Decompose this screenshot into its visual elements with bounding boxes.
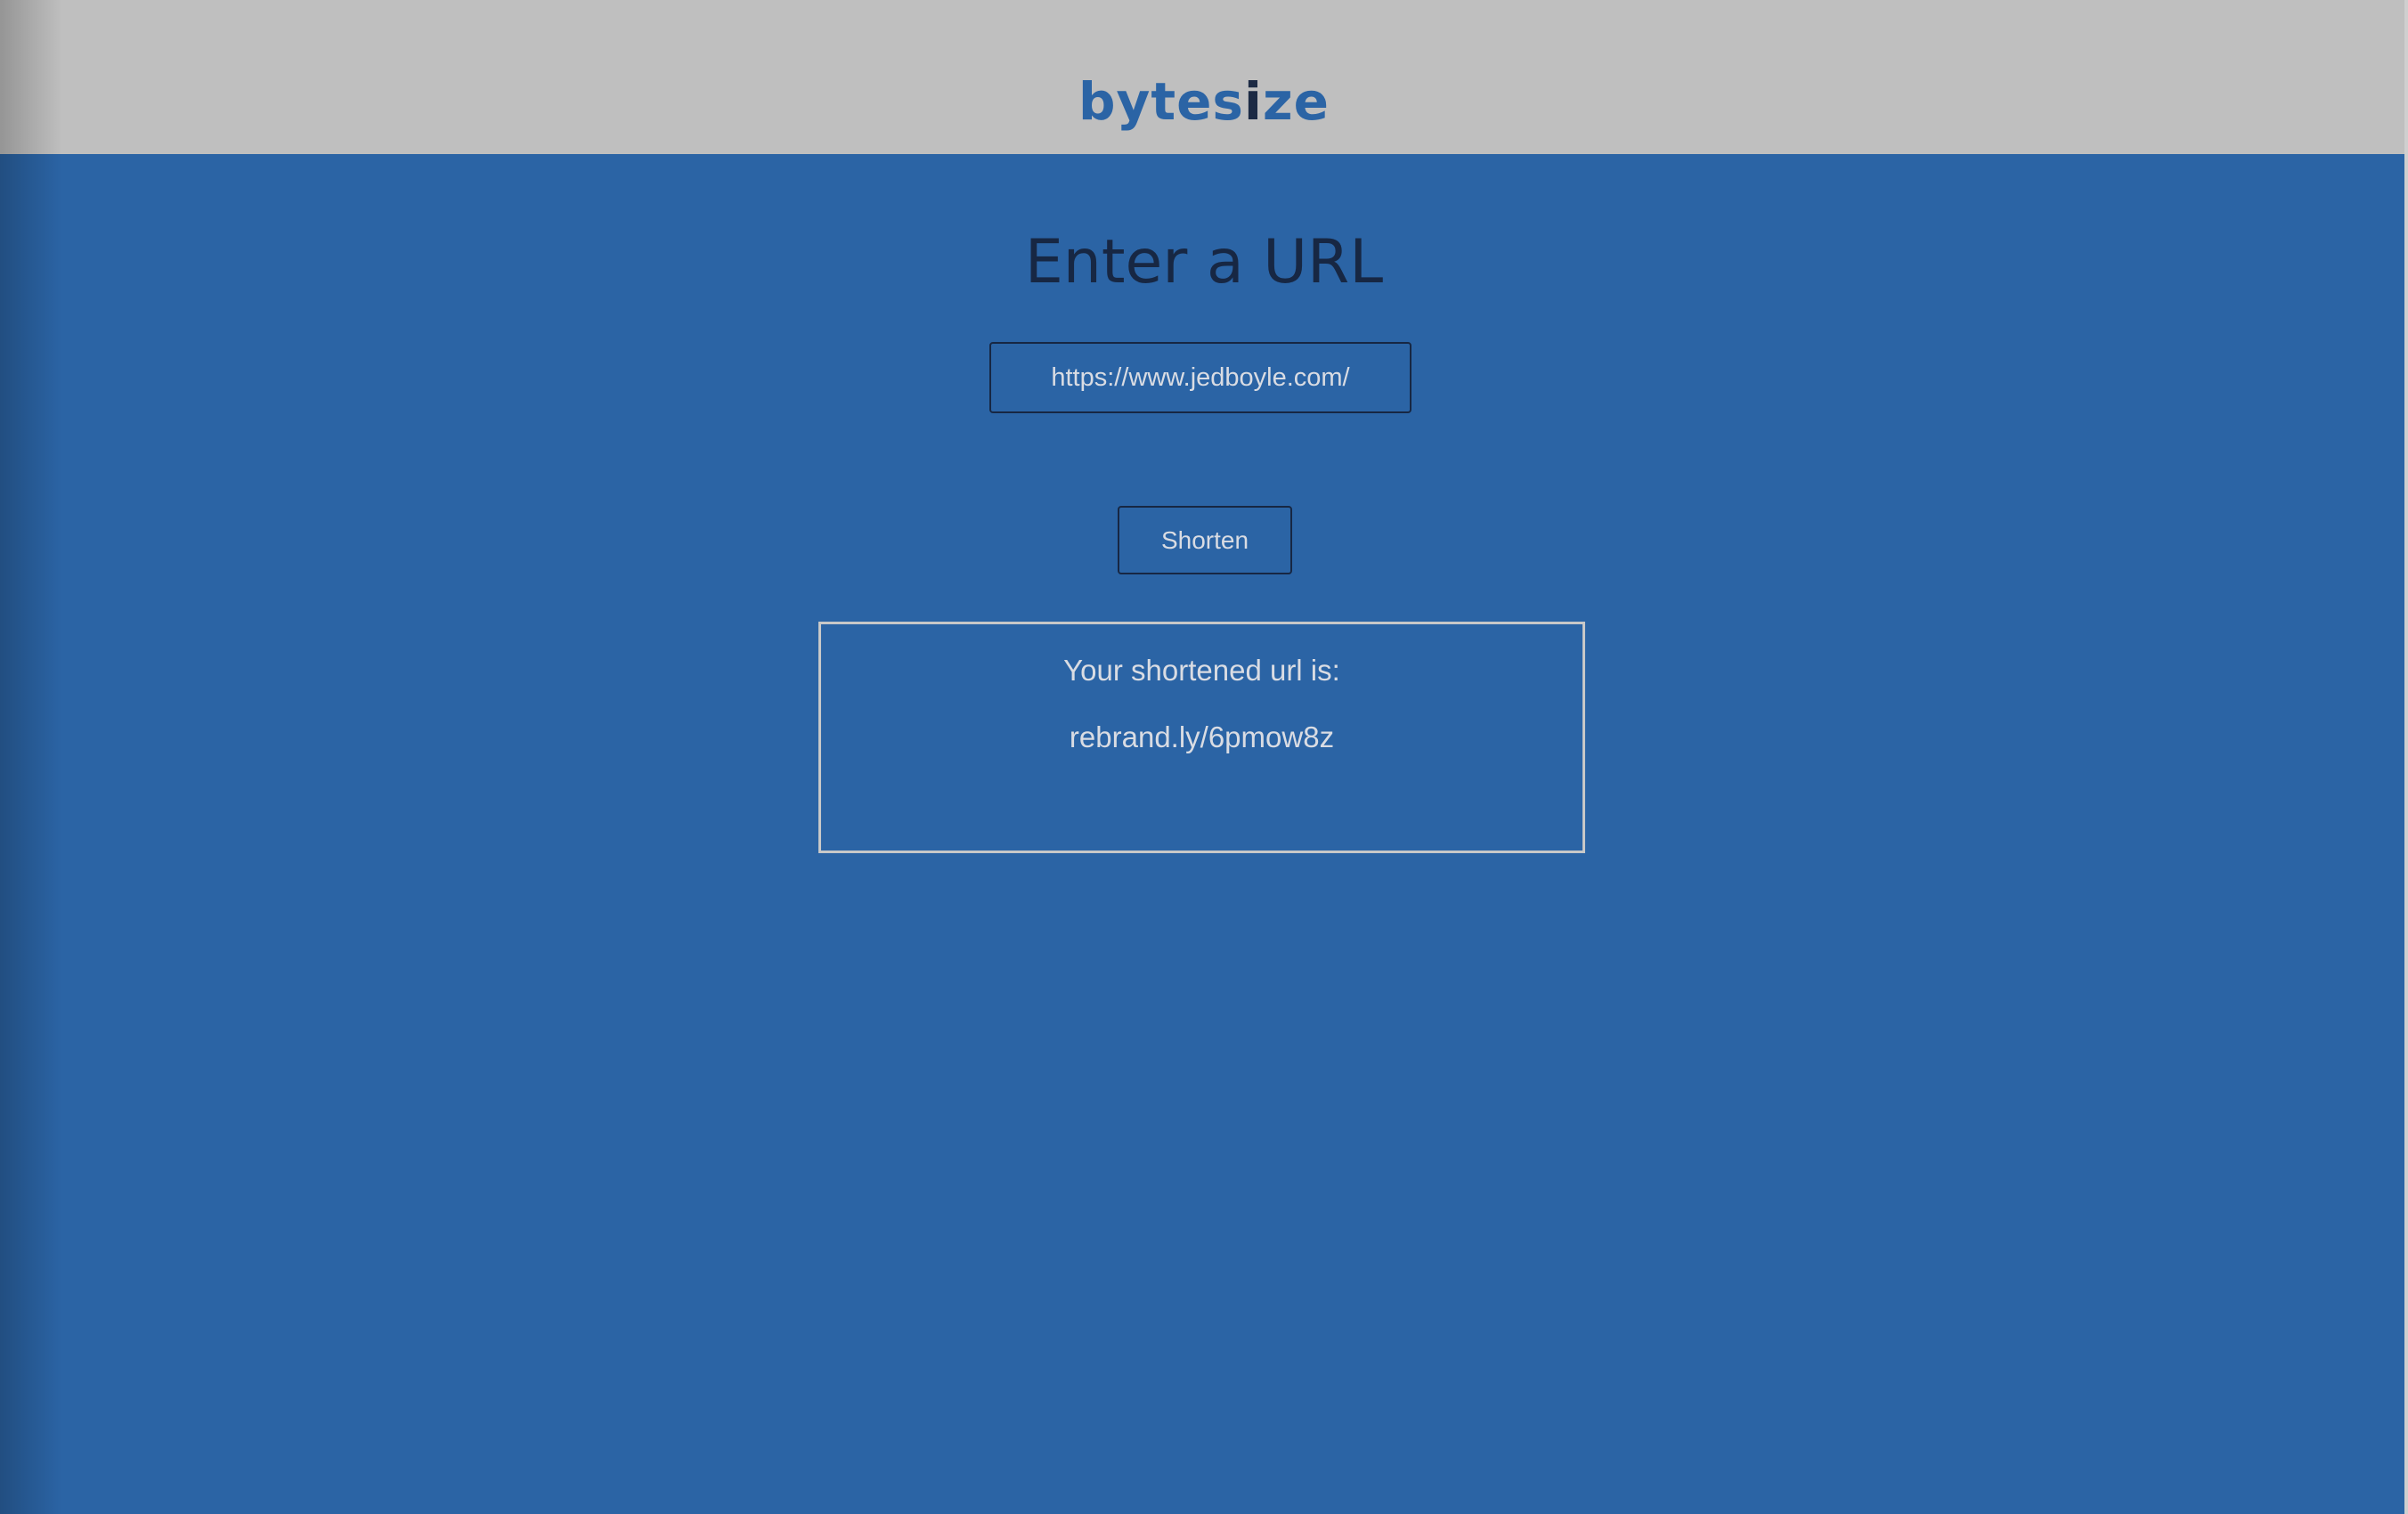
brand-text-end: ze xyxy=(1262,71,1330,132)
page-title: Enter a URL xyxy=(1024,227,1384,297)
result-label: Your shortened url is: xyxy=(1063,654,1340,687)
shorten-button[interactable]: Shorten xyxy=(1118,506,1292,574)
brand-logo[interactable]: bytesize xyxy=(0,69,2408,134)
url-input[interactable] xyxy=(989,342,1411,413)
shortened-url[interactable]: rebrand.ly/6pmow8z xyxy=(818,720,1585,754)
brand-text-dot: i xyxy=(1243,71,1263,132)
header-bar: bytesize xyxy=(0,0,2408,154)
brand-text-start: bytes xyxy=(1078,71,1244,132)
